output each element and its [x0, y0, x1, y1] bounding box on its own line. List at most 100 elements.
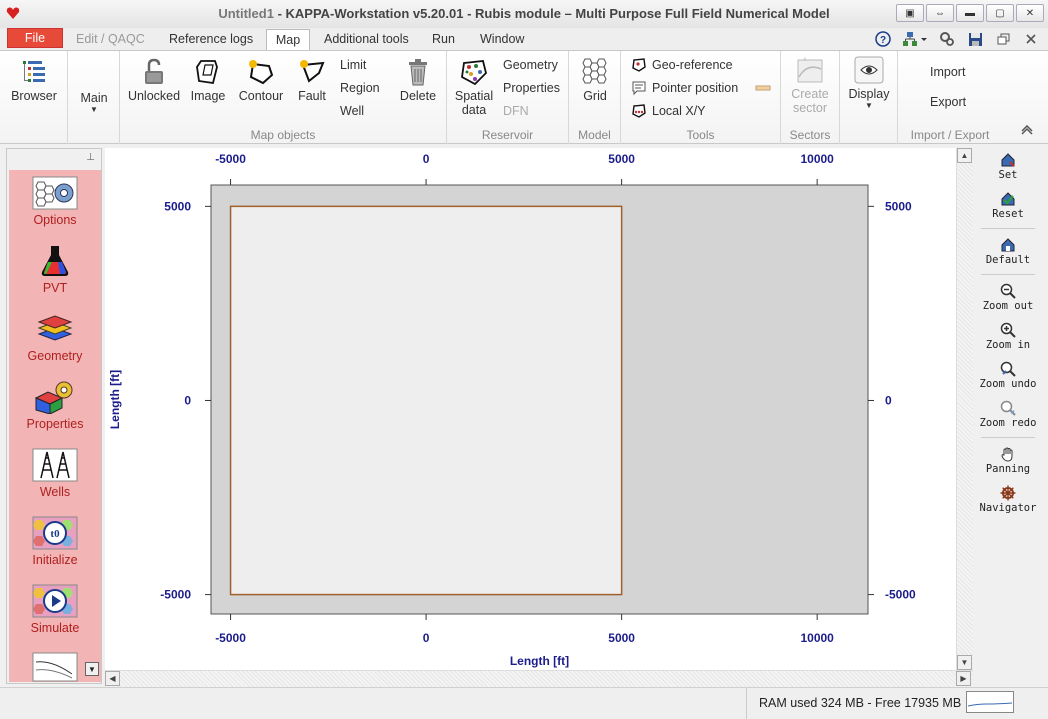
tab-map[interactable]: Map [266, 29, 310, 50]
wells-derrick-icon [32, 448, 78, 482]
network-icon[interactable] [902, 30, 928, 48]
map-plot[interactable]: -5000 -5000 0 0 5000 5000 10000 10000 5000 5000 0 0… [105, 148, 956, 670]
y-tick-label-right: -5000 [885, 588, 916, 602]
tab-file[interactable]: File [7, 28, 63, 48]
geo-reference-button[interactable]: Geo-reference [631, 57, 733, 73]
collapse-ribbon-icon[interactable] [1020, 124, 1036, 139]
fault-icon [300, 60, 325, 83]
workflow-item-geometry[interactable]: Geometry [9, 312, 101, 363]
scroll-up-arrow[interactable]: ▲ [957, 148, 972, 163]
y-tick-label-right: 5000 [885, 199, 912, 213]
settings-icon[interactable] [938, 30, 956, 48]
close-document-icon[interactable] [1022, 30, 1040, 48]
geometry-button[interactable]: Geometry [503, 58, 558, 72]
browser-button[interactable]: Browser [4, 57, 64, 103]
geometry-layers-icon [37, 315, 73, 341]
local-xy-icon [632, 104, 646, 118]
import-button[interactable]: Import [930, 65, 965, 79]
trash-icon [409, 59, 427, 86]
workflow-item-initialize[interactable]: t0 Initialize [9, 516, 101, 567]
workflow-item-simulate[interactable]: Simulate [9, 584, 101, 635]
grid-hexagon-icon [582, 58, 607, 84]
pvt-flask-icon [41, 246, 69, 276]
horizontal-scrollbar[interactable]: ◀ ▶ [105, 670, 973, 687]
zoom-in-button[interactable]: Zoom in [973, 322, 1043, 351]
zoom-out-button[interactable]: Zoom out [973, 283, 1043, 312]
navigator-button[interactable]: Navigator [973, 485, 1043, 514]
grid-button[interactable]: Grid [573, 55, 617, 103]
tab-additional-tools[interactable]: Additional tools [316, 29, 417, 50]
restore-window-icon[interactable] [994, 30, 1012, 48]
fault-button[interactable]: Fault [292, 57, 332, 103]
image-button[interactable]: Image [186, 57, 230, 103]
save-icon[interactable] [966, 30, 984, 48]
ribbon-group-reservoir: Spatial data Geometry Properties DFN Rese… [447, 51, 569, 144]
properties-button[interactable]: Properties [503, 81, 560, 95]
main-dropdown-button[interactable]: Main ▼ [72, 91, 116, 114]
browser-icon [23, 61, 45, 82]
local-xy-button[interactable]: Local X/Y [631, 103, 706, 119]
workflow-item-options[interactable]: Options [9, 176, 101, 227]
tab-reference-logs[interactable]: Reference logs [161, 29, 261, 50]
workflow-item-wells[interactable]: Wells [9, 448, 101, 499]
well-button[interactable]: Well [340, 104, 364, 118]
set-button[interactable]: Set [973, 152, 1043, 181]
region-button[interactable]: Region [340, 81, 380, 95]
panning-button[interactable]: Panning [973, 446, 1043, 475]
tab-run[interactable]: Run [424, 29, 463, 50]
tab-edit-qaqc[interactable]: Edit / QAQC [68, 29, 153, 50]
ribbon: Browser Main ▼ Unlocked Image Contour Fa… [0, 50, 1048, 144]
zoom-redo-button[interactable]: Zoom redo [973, 400, 1043, 429]
default-home-icon [1001, 238, 1015, 252]
tab-window[interactable]: Window [472, 29, 532, 50]
map-plot-area[interactable]: -5000 -5000 0 0 5000 5000 10000 10000 5000 5000 0 0… [105, 148, 956, 670]
options-icon [32, 176, 78, 210]
restore-layout-icon[interactable]: ▣ [896, 4, 924, 22]
vertical-scrollbar[interactable]: ▲ ▼ [956, 148, 973, 670]
svg-text:?: ? [880, 35, 886, 46]
workflow-scroll-down-button[interactable]: ▼ [85, 662, 99, 676]
resize-icon[interactable]: ⇔ [926, 4, 954, 22]
unlocked-button[interactable]: Unlocked [126, 57, 182, 103]
pointer-position-button[interactable]: Pointer position [631, 80, 771, 96]
x-tick-label-bottom: -5000 [215, 631, 246, 645]
properties-icon [34, 381, 73, 414]
spatial-data-button[interactable]: Spatial data [451, 57, 497, 117]
reset-button[interactable]: Reset [973, 191, 1043, 220]
scroll-right-arrow[interactable]: ▶ [956, 671, 971, 686]
dfn-button[interactable]: DFN [503, 104, 529, 118]
image-icon [196, 60, 218, 85]
workflow-item-pvt[interactable]: PVT [9, 244, 101, 295]
maximize-button[interactable]: ▢ [986, 4, 1014, 22]
simulate-play-icon [32, 584, 78, 618]
tools-group-label: Tools [686, 128, 715, 142]
contour-icon [249, 60, 274, 85]
scroll-left-arrow[interactable]: ◀ [105, 671, 120, 686]
chevron-down-icon: ▼ [90, 105, 98, 114]
default-button[interactable]: Default [973, 237, 1043, 266]
x-tick-label-bottom: 5000 [608, 631, 635, 645]
y-tick-label-right: 0 [885, 393, 892, 407]
pin-icon[interactable]: ⊥ [86, 152, 95, 163]
main-label: Main [80, 91, 108, 105]
workflow-item-properties[interactable]: Properties [9, 380, 101, 431]
delete-button[interactable]: Delete [396, 57, 440, 103]
display-button[interactable]: Display ▼ [846, 55, 892, 110]
toolbar-divider [981, 274, 1035, 275]
minimize-button[interactable]: ▬ [956, 4, 984, 22]
help-icon[interactable]: ? [874, 30, 892, 48]
ribbon-group-model: Grid Model [569, 51, 621, 144]
toolbar-divider [981, 228, 1035, 229]
zoom-undo-button[interactable]: Zoom undo [973, 361, 1043, 390]
model-group-label: Model [578, 128, 611, 142]
limit-button[interactable]: Limit [340, 58, 366, 72]
contour-button[interactable]: Contour [236, 57, 286, 103]
navigator-wheel-icon [1000, 485, 1016, 501]
chevron-down-icon: ▼ [865, 101, 873, 110]
scroll-down-arrow[interactable]: ▼ [957, 655, 972, 670]
create-sector-icon [797, 57, 823, 83]
x-tick-label-bottom: 10000 [800, 631, 834, 645]
close-button[interactable]: ✕ [1016, 4, 1044, 22]
create-sector-button[interactable]: Create sector [785, 55, 835, 115]
export-button[interactable]: Export [930, 95, 966, 109]
